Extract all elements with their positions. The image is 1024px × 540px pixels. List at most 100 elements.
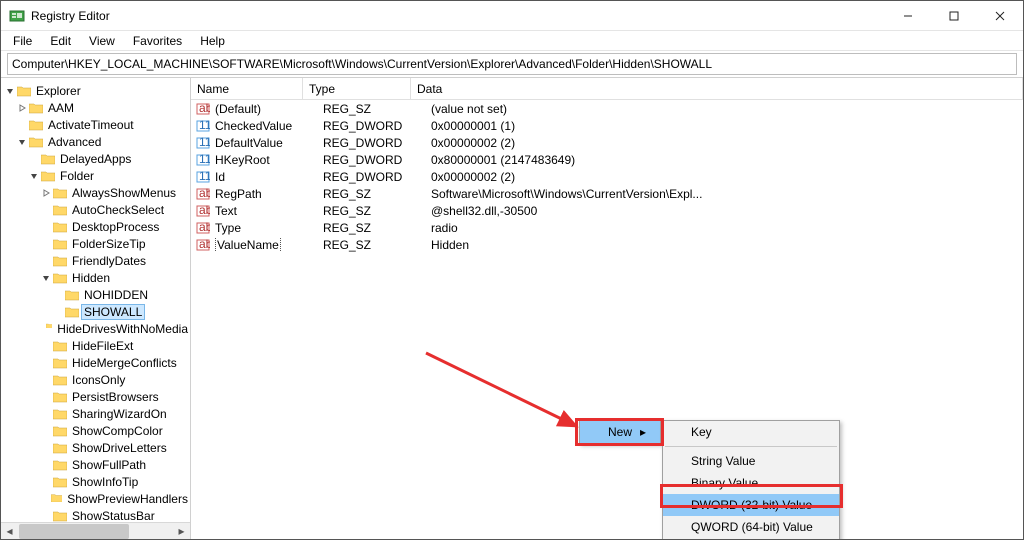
tree-twisty-icon[interactable] [39,189,53,197]
menubar: File Edit View Favorites Help [1,31,1023,51]
tree-item-showpreviewhandlers[interactable]: ShowPreviewHandlers [1,490,190,507]
address-text: Computer\HKEY_LOCAL_MACHINE\SOFTWARE\Mic… [12,57,712,71]
annotation-arrow [421,348,591,438]
svg-text:110: 110 [199,170,210,183]
folder-icon [65,306,79,318]
folder-icon [53,221,67,233]
folder-icon [53,510,67,522]
value-row[interactable]: 110DefaultValueREG_DWORD0x00000002 (2) [191,134,1023,151]
tree-item-showinfotip[interactable]: ShowInfoTip [1,473,190,490]
value-type: REG_DWORD [323,153,431,167]
tree-item-folder[interactable]: Folder [1,167,190,184]
value-type: REG_SZ [323,102,431,116]
tree-item-showdriveletters[interactable]: ShowDriveLetters [1,439,190,456]
tree-item-alwaysshowmenus[interactable]: AlwaysShowMenus [1,184,190,201]
menu-help[interactable]: Help [192,32,233,50]
tree-label: AAM [46,101,76,115]
tree-item-foldersizetip[interactable]: FolderSizeTip [1,235,190,252]
tree-item-nohidden[interactable]: NOHIDDEN [1,286,190,303]
folder-icon [53,425,67,437]
app-icon [9,8,25,24]
svg-text:110: 110 [199,136,210,149]
address-bar[interactable]: Computer\HKEY_LOCAL_MACHINE\SOFTWARE\Mic… [7,53,1017,75]
svg-text:ab: ab [199,204,210,217]
value-row[interactable]: abValueNameREG_SZHidden [191,236,1023,253]
tree-item-showfullpath[interactable]: ShowFullPath [1,456,190,473]
tree-twisty-icon[interactable] [27,172,41,180]
tree-item-friendlydates[interactable]: FriendlyDates [1,252,190,269]
menu-favorites[interactable]: Favorites [125,32,190,50]
tree-twisty-icon[interactable] [15,104,29,112]
tree-item-hidden[interactable]: Hidden [1,269,190,286]
close-button[interactable] [977,1,1023,31]
folder-icon [46,323,53,335]
menu-file[interactable]: File [5,32,40,50]
tree-item-persistbrowsers[interactable]: PersistBrowsers [1,388,190,405]
tree-item-explorer[interactable]: Explorer [1,82,190,99]
tree-pane[interactable]: Explorer AAMActivateTimeout AdvancedDelaye… [1,78,191,539]
window-title: Registry Editor [31,9,110,23]
minimize-button[interactable] [885,1,931,31]
tree-twisty-icon[interactable] [3,87,17,95]
tree-label: HideDrivesWithNoMedia [55,322,190,336]
tree-item-aam[interactable]: AAM [1,99,190,116]
value-row[interactable]: abTextREG_SZ@shell32.dll,-30500 [191,202,1023,219]
value-row[interactable]: 110IdREG_DWORD0x00000002 (2) [191,168,1023,185]
value-row[interactable]: 110CheckedValueREG_DWORD0x00000001 (1) [191,117,1023,134]
value-data: 0x00000002 (2) [431,136,1023,150]
value-row[interactable]: ab(Default)REG_SZ(value not set) [191,100,1023,117]
tree-item-sharingwizardon[interactable]: SharingWizardOn [1,405,190,422]
menu-edit[interactable]: Edit [42,32,79,50]
value-type: REG_DWORD [323,136,431,150]
tree-item-hidedriveswithnomedia[interactable]: HideDrivesWithNoMedia [1,320,190,337]
col-name-header[interactable]: Name [191,78,303,99]
tree-item-hidemergeconflicts[interactable]: HideMergeConflicts [1,354,190,371]
col-type-header[interactable]: Type [303,78,411,99]
tree-item-delayedapps[interactable]: DelayedApps [1,150,190,167]
tree-label: Advanced [46,135,103,149]
tree-label: Hidden [70,271,112,285]
tree-item-autocheckselect[interactable]: AutoCheckSelect [1,201,190,218]
value-row[interactable]: abTypeREG_SZradio [191,219,1023,236]
tree-item-showcompcolor[interactable]: ShowCompColor [1,422,190,439]
value-row[interactable]: 110HKeyRootREG_DWORD0x80000001 (21474836… [191,151,1023,168]
menu-view[interactable]: View [81,32,123,50]
tree-item-desktopprocess[interactable]: DesktopProcess [1,218,190,235]
tree-twisty-icon[interactable] [15,138,29,146]
tree-hscrollbar[interactable]: ◂ ▸ [1,522,190,539]
tree-item-showall[interactable]: SHOWALL [1,303,190,320]
tree-item-activatetimeout[interactable]: ActivateTimeout [1,116,190,133]
tree-twisty-icon[interactable] [39,274,53,282]
value-name: Type [215,221,323,235]
context-item-multi-string-value[interactable]: Multi-String Value [663,538,839,539]
maximize-button[interactable] [931,1,977,31]
value-data: (value not set) [431,102,1023,116]
value-row[interactable]: abRegPathREG_SZSoftware\Microsoft\Window… [191,185,1023,202]
tree-item-hidefileext[interactable]: HideFileExt [1,337,190,354]
value-data: Software\Microsoft\Windows\CurrentVersio… [431,187,1023,201]
context-new[interactable]: New ▸ [580,421,660,443]
context-item-key[interactable]: Key [663,421,839,443]
scroll-thumb[interactable] [19,524,129,539]
tree-item-advanced[interactable]: Advanced [1,133,190,150]
tree-label: ShowDriveLetters [70,441,169,455]
tree-label: IconsOnly [70,373,127,387]
col-data-header[interactable]: Data [411,78,1023,99]
tree-item-iconsonly[interactable]: IconsOnly [1,371,190,388]
values-pane[interactable]: Name Type Data ab(Default)REG_SZ(value n… [191,78,1023,539]
titlebar: Registry Editor [1,1,1023,31]
value-data: Hidden [431,238,1023,252]
folder-icon [53,374,67,386]
folder-icon [53,272,67,284]
value-name: Id [215,170,323,184]
context-item-dword-32-bit-value[interactable]: DWORD (32-bit) Value [663,494,839,516]
tree-label: FriendlyDates [70,254,148,268]
svg-text:110: 110 [199,119,210,132]
tree-label: Folder [58,169,96,183]
scroll-right-icon[interactable]: ▸ [173,523,190,540]
dword-icon: 110 [195,152,211,168]
context-item-qword-64-bit-value[interactable]: QWORD (64-bit) Value [663,516,839,538]
scroll-left-icon[interactable]: ◂ [1,523,18,540]
context-item-string-value[interactable]: String Value [663,450,839,472]
context-item-binary-value[interactable]: Binary Value [663,472,839,494]
